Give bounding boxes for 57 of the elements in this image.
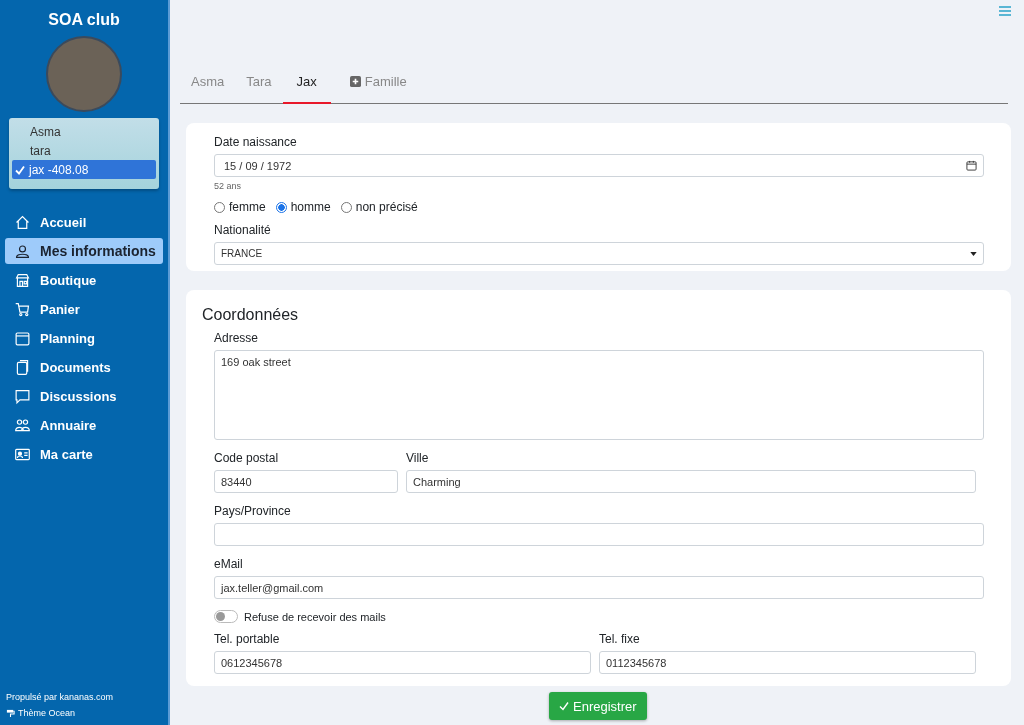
nationality-select[interactable]: FRANCE [214, 242, 984, 265]
people-icon [14, 416, 31, 434]
mobile-phone-field[interactable]: 0612345678 [214, 651, 591, 674]
radio-button[interactable] [275, 201, 287, 213]
date-field[interactable]: 15 / 09 / 1972 [214, 154, 984, 177]
field-label: Pays/Province [214, 504, 292, 518]
landline-phone-field[interactable]: 0112345678 [599, 651, 976, 674]
nav-item[interactable]: Mes informations [5, 238, 163, 264]
check-icon [559, 701, 569, 711]
field-label: Tel. fixe [599, 632, 641, 646]
paint-roller-icon [6, 708, 15, 718]
field-label: Code postal [214, 451, 280, 465]
documents-icon [14, 358, 31, 376]
profile-option[interactable]: jax -408.08 [12, 160, 156, 179]
profile-option[interactable]: tara [12, 141, 156, 160]
nav-item[interactable]: Panier [5, 296, 163, 322]
city-field[interactable]: Charming [406, 470, 976, 493]
nav-item[interactable]: Boutique [5, 267, 163, 293]
field-label: Ville [406, 451, 430, 465]
powered-by-text: Propulsé par kananas.com [5, 692, 115, 702]
country-field[interactable] [214, 523, 984, 546]
field-label: Date naissance [214, 135, 298, 149]
radio-option[interactable]: femme [214, 200, 266, 214]
nav-item[interactable]: Ma carte [5, 441, 163, 467]
theme-link[interactable]: Thème Ocean [0, 708, 168, 718]
storefront-icon [14, 271, 31, 289]
check-icon [15, 164, 25, 175]
menu-icon[interactable] [999, 6, 1011, 16]
person-icon [14, 242, 31, 260]
field-label: Adresse [214, 331, 260, 345]
tab[interactable]: Jax [282, 60, 331, 104]
nav-item[interactable]: Annuaire [5, 412, 163, 438]
toggle-label: Refuse de recevoir des mails [244, 610, 386, 623]
field-label: eMail [214, 557, 244, 571]
profile-option[interactable]: Asma [12, 122, 156, 141]
age-text: 52 ans [214, 181, 243, 191]
nav-item[interactable]: Planning [5, 325, 163, 351]
nav-item[interactable]: Accueil [5, 209, 163, 235]
calendar-icon[interactable] [966, 160, 977, 171]
house-icon [14, 213, 31, 231]
speech-bubble-icon [14, 387, 31, 405]
field-label: Tel. portable [214, 632, 281, 646]
email-field[interactable]: jax.teller@gmail.com [214, 576, 984, 599]
radio-option[interactable]: homme [275, 200, 331, 214]
toggle-switch[interactable] [214, 610, 238, 623]
address-textarea[interactable]: 169 oak street [214, 350, 984, 440]
section-title: Coordonnées [202, 306, 300, 324]
caret-icon [970, 251, 977, 256]
radio-option[interactable]: non précisé [340, 200, 418, 214]
nav-item[interactable]: Discussions [5, 383, 163, 409]
cart-icon [14, 300, 31, 318]
field-label: Nationalité [214, 223, 272, 237]
nav-item[interactable]: Documents [5, 354, 163, 380]
club-title: SOA club [47, 11, 121, 29]
postal-code-field[interactable]: 83440 [214, 470, 398, 493]
plus-square-icon [349, 75, 361, 87]
calendar-icon [14, 329, 31, 347]
